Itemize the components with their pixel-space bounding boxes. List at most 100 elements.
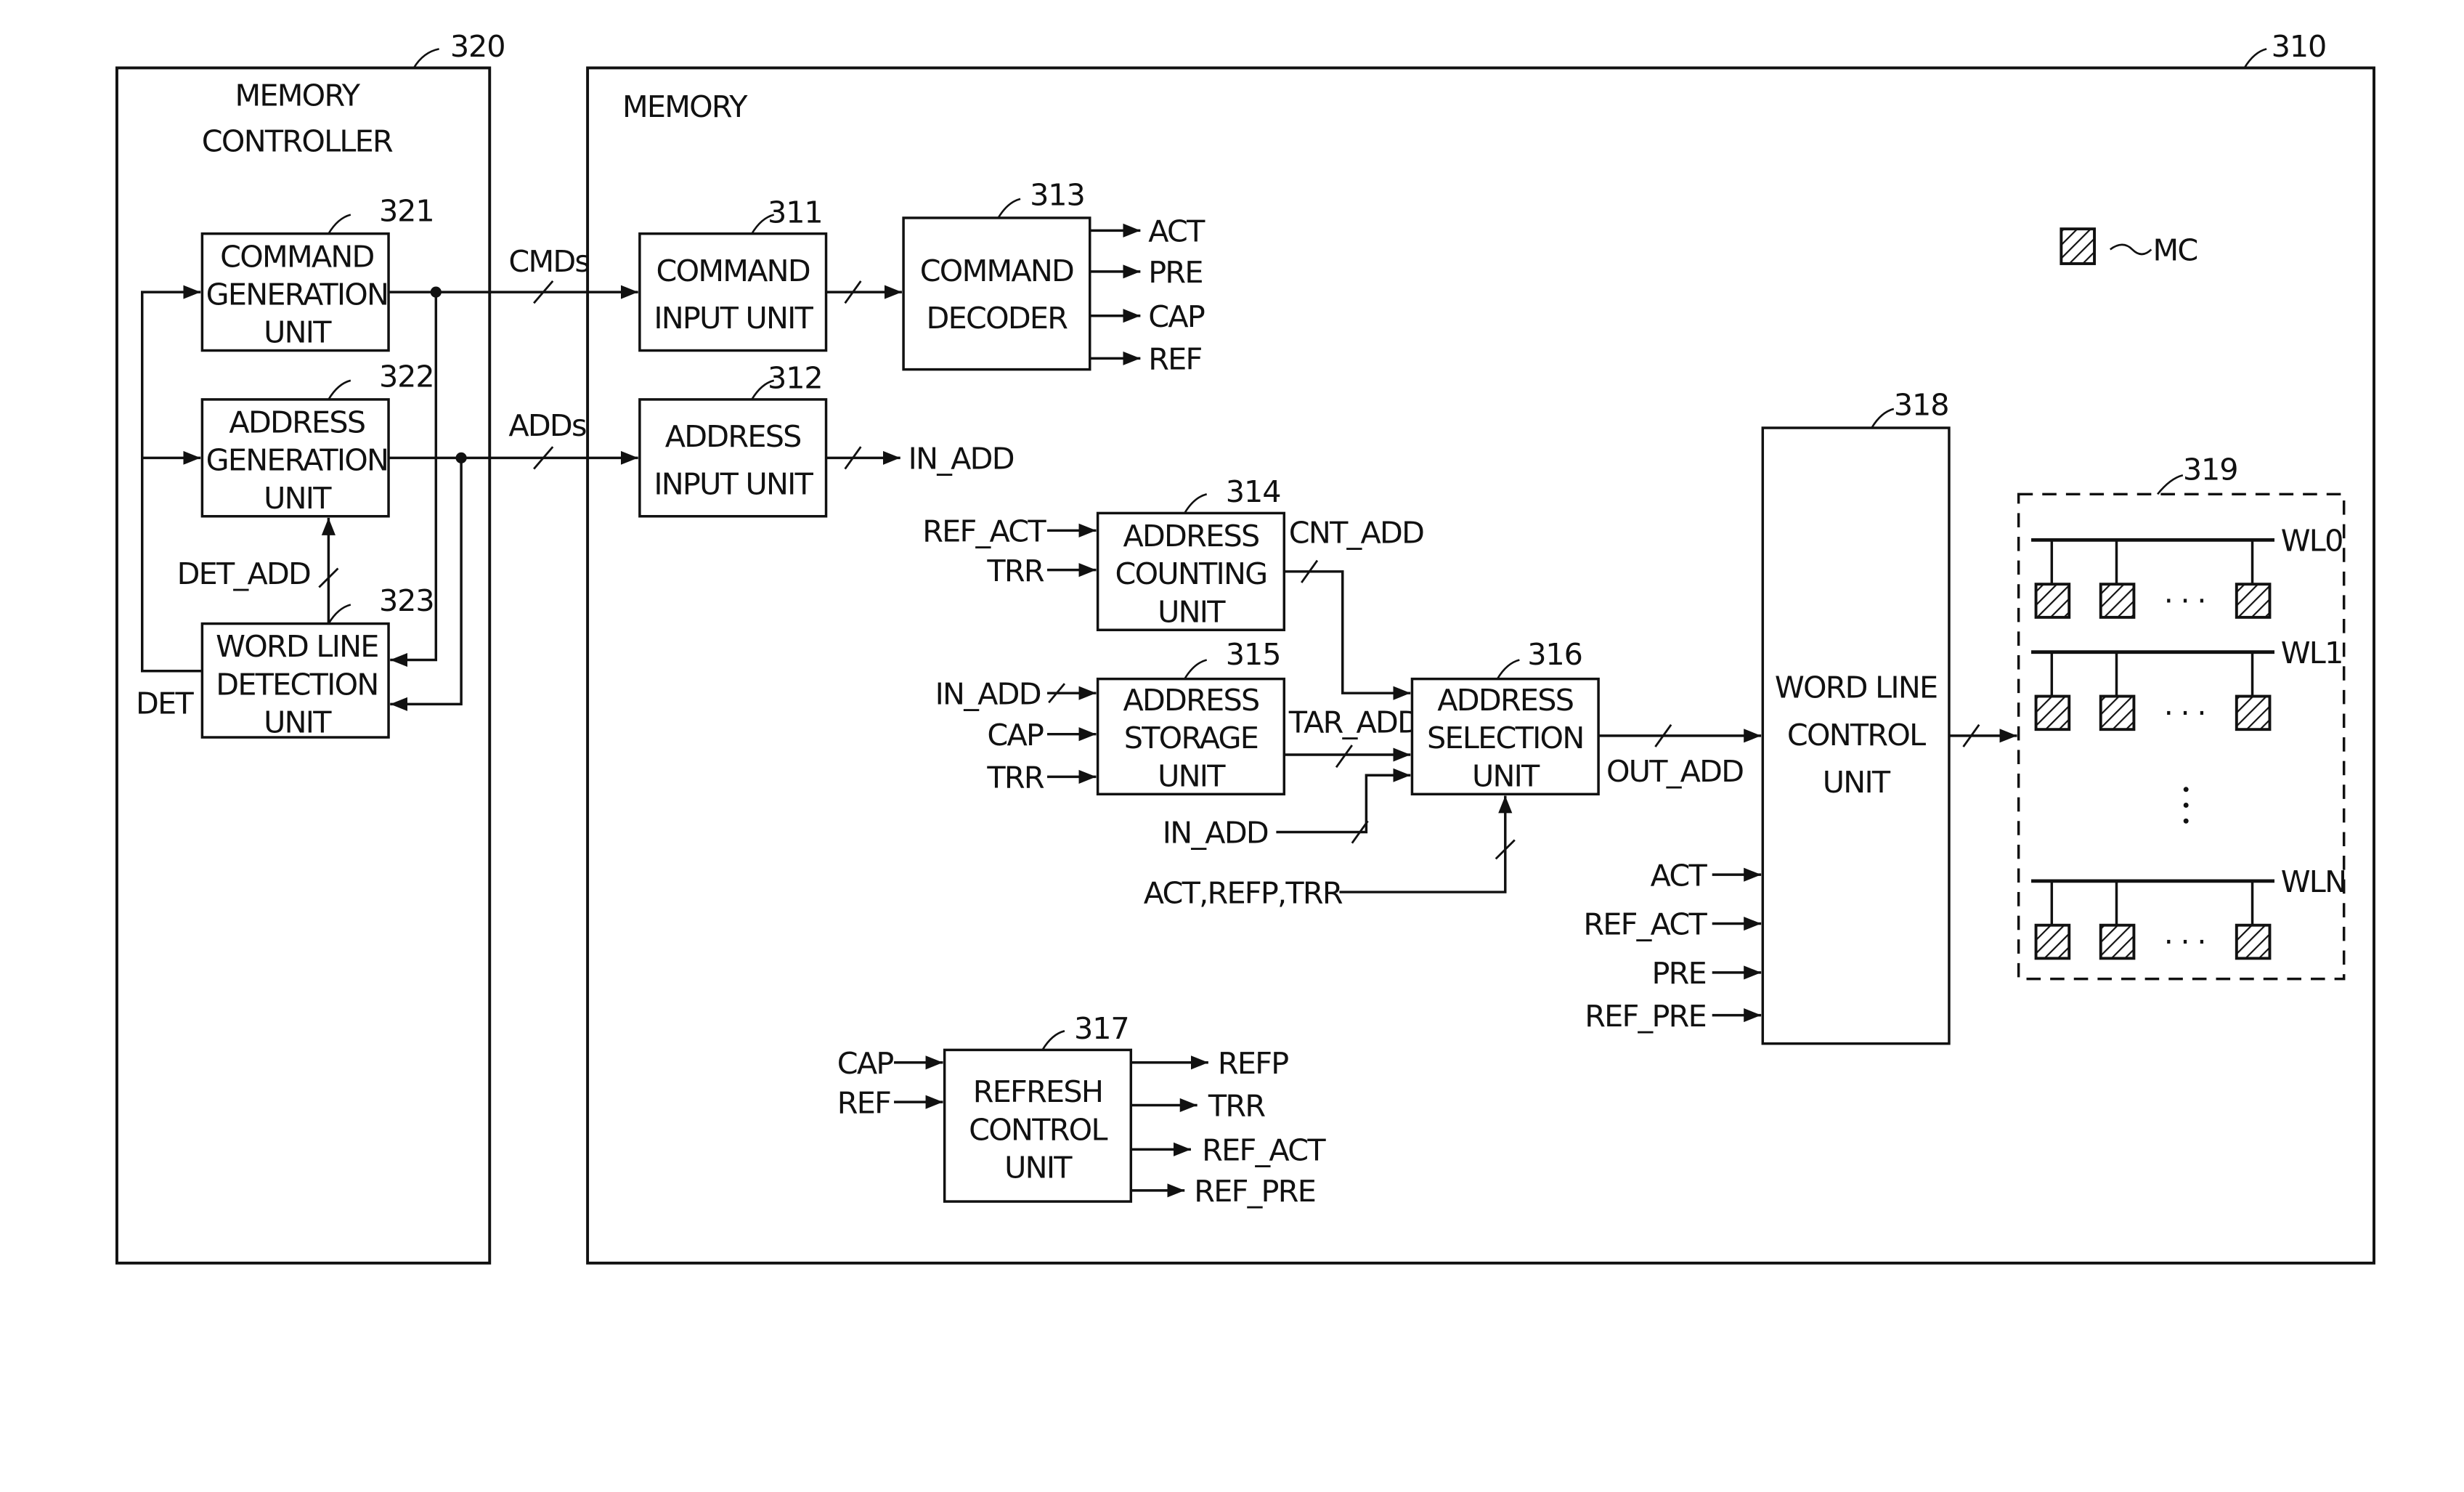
- address-input-unit[interactable]: ADDRESS INPUT UNIT: [638, 398, 828, 518]
- block-label: COUNTING: [1115, 556, 1266, 591]
- block-label: STORAGE: [1124, 721, 1258, 755]
- ref-leader: [1184, 493, 1208, 514]
- signal-cap: CAP: [1148, 299, 1205, 334]
- command-input-unit[interactable]: COMMAND INPUT UNIT: [638, 232, 828, 352]
- act-refp-trr-wire: [1339, 795, 1513, 893]
- add-tap-wire: [390, 458, 463, 711]
- block-label: COMMAND: [220, 239, 373, 274]
- address-storage-unit[interactable]: ADDRESS STORAGE UNIT: [1096, 677, 1286, 796]
- block-label: DETECTION: [216, 667, 378, 702]
- memory: 310 MEMORY MC COMMAND INPUT UNIT 311 ADD…: [586, 29, 2375, 1265]
- cmds-label: CMDs: [508, 244, 589, 279]
- block-label: CONTROL: [969, 1112, 1107, 1147]
- address-selection-unit[interactable]: ADDRESS SELECTION UNIT: [1410, 677, 1600, 796]
- refresh-input-ref: REF: [837, 1085, 890, 1120]
- address-generation-unit[interactable]: ADDRESS GENERATION UNIT: [200, 398, 390, 518]
- tar-add-label: TAR_ADD: [1288, 705, 1419, 740]
- memory-controller-title-1: MEMORY: [235, 78, 361, 113]
- memory-cell: [2099, 694, 2136, 731]
- select-input-in-add: IN_ADD: [1163, 816, 1268, 851]
- refresh-input-cap: CAP: [837, 1046, 894, 1081]
- input-in-add: IN_ADD: [935, 676, 1041, 711]
- legend-label: MC: [2153, 233, 2197, 268]
- ref-314: 314: [1226, 474, 1281, 509]
- block-label: CONTROL: [1787, 718, 1926, 753]
- word-line-row: · · · WL0: [2031, 524, 2343, 619]
- ref-320: 320: [450, 29, 505, 64]
- block-label: UNIT: [264, 481, 332, 516]
- word-line-control-unit[interactable]: WORD LINE CONTROL UNIT: [1761, 426, 1951, 1045]
- ref-321: 321: [379, 193, 434, 228]
- signal-ref: REF: [1148, 342, 1201, 377]
- input-cap: CAP: [987, 718, 1044, 753]
- block-label: ADDRESS: [229, 405, 365, 440]
- adds-label: ADDs: [508, 408, 586, 443]
- memory-cell-array: 319 · · · WL0 · · · WL1 · · · WLN: [2017, 453, 2347, 981]
- ref-312: 312: [768, 361, 823, 396]
- address-counting-unit[interactable]: ADDRESS COUNTING UNIT: [1096, 511, 1286, 631]
- input-trr-2: TRR: [986, 761, 1044, 795]
- in-add-label: IN_ADD: [908, 442, 1014, 477]
- block-label: ADDRESS: [1123, 683, 1259, 718]
- ref-311: 311: [768, 195, 823, 230]
- refresh-output-trr: TRR: [1208, 1089, 1265, 1124]
- block-label: INPUT UNIT: [654, 466, 813, 501]
- block-label: UNIT: [1158, 758, 1226, 793]
- refresh-control-unit[interactable]: REFRESH CONTROL UNIT: [943, 1048, 1133, 1203]
- command-decoder[interactable]: COMMAND DECODER: [902, 216, 1091, 371]
- vertical-ellipsis-dot: [2183, 787, 2189, 792]
- signal-pre: PRE: [1148, 255, 1203, 290]
- block-label: ADDRESS: [1123, 519, 1259, 554]
- memory-cell: [2235, 923, 2272, 960]
- ref-318: 318: [1894, 388, 1949, 423]
- ref-leader: [1184, 659, 1208, 680]
- cnt-add-label: CNT_ADD: [1289, 516, 1423, 551]
- ref-leader: [2243, 48, 2267, 69]
- block-label: INPUT UNIT: [654, 301, 813, 336]
- ref-leader: [328, 379, 351, 400]
- ref-leader: [328, 604, 351, 625]
- word-line-detection-unit[interactable]: WORD LINE DETECTION UNIT: [200, 622, 390, 740]
- det-feedback-wire: [141, 285, 203, 673]
- ref-leader: [412, 48, 439, 69]
- wlc-input-ref-pre: REF_PRE: [1585, 999, 1706, 1034]
- memory-controller-title-2: CONTROLLER: [202, 124, 393, 159]
- input-trr: TRR: [986, 554, 1044, 588]
- det-add-label: DET_ADD: [177, 556, 311, 591]
- cell-ellipsis: · · ·: [2164, 695, 2205, 730]
- block-label: REFRESH: [973, 1074, 1102, 1109]
- command-generation-unit[interactable]: COMMAND GENERATION UNIT: [200, 232, 390, 352]
- wlc-input-pre: PRE: [1651, 956, 1706, 991]
- wlc-input-ref-act: REF_ACT: [1583, 907, 1707, 942]
- word-line-label: WL0: [2281, 524, 2343, 559]
- legend-leader: [2110, 243, 2152, 256]
- ref-leader: [997, 198, 1021, 219]
- block-label: UNIT: [1823, 765, 1891, 800]
- block-label: COMMAND: [920, 254, 1073, 288]
- ref-310: 310: [2272, 29, 2327, 64]
- input-ref-act: REF_ACT: [922, 514, 1046, 549]
- block-label: SELECTION: [1427, 721, 1583, 755]
- memory-cell: [2034, 583, 2071, 619]
- legend-memory-cell: MC: [2060, 227, 2198, 268]
- block-label: DECODER: [927, 301, 1068, 336]
- memory-cell: [2099, 583, 2136, 619]
- memory-cell: [2034, 923, 2071, 960]
- memory-title: MEMORY: [622, 89, 748, 124]
- ref-leader: [2157, 474, 2184, 495]
- refresh-output-ref-pre: REF_PRE: [1194, 1174, 1315, 1209]
- refresh-output-refp: REFP: [1218, 1046, 1288, 1081]
- ref-leader: [328, 214, 351, 235]
- block-label: GENERATION: [206, 277, 389, 312]
- ref-315: 315: [1226, 637, 1281, 672]
- ref-316: 316: [1527, 637, 1582, 672]
- memory-cell: [2235, 583, 2272, 619]
- refresh-output-ref-act: REF_ACT: [1202, 1133, 1326, 1168]
- memory-border: [586, 66, 2375, 1265]
- block-label: UNIT: [264, 705, 332, 740]
- memory-controller: 320 MEMORY CONTROLLER COMMAND GENERATION…: [115, 29, 506, 1265]
- block-label: GENERATION: [206, 443, 389, 478]
- block-label: WORD LINE: [216, 629, 378, 664]
- signal-act: ACT: [1148, 214, 1205, 249]
- word-line-label: WL1: [2281, 636, 2343, 670]
